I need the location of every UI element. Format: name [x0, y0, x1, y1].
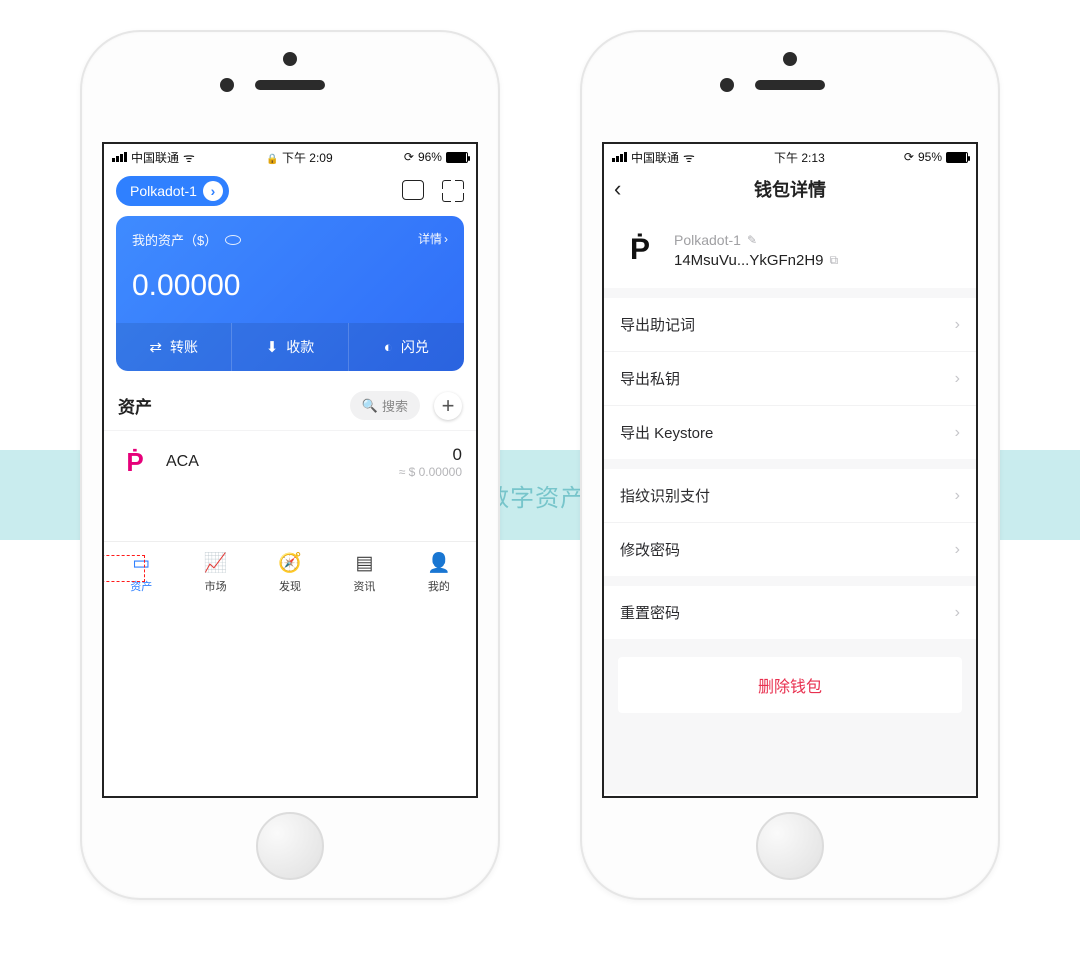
- search-placeholder: 搜索: [382, 396, 408, 415]
- export-keystore-row[interactable]: 导出 Keystore›: [604, 405, 976, 459]
- clock-text: 下午 2:13: [774, 151, 825, 165]
- wifi-icon: ᯤ: [683, 148, 695, 166]
- chevron-right-icon: ›: [955, 370, 960, 388]
- tab-news[interactable]: ▤资讯: [327, 542, 401, 603]
- transfer-icon: ⇄: [149, 338, 162, 356]
- chevron-right-icon: ›: [955, 424, 960, 442]
- swap-icon: ◐: [384, 339, 393, 356]
- battery-text: 96%: [418, 150, 442, 164]
- front-camera: [220, 78, 234, 92]
- balance-label: 我的资产（$）: [132, 230, 241, 249]
- receive-button[interactable]: ⬇收款: [231, 323, 347, 371]
- carrier-text: 中国联通: [131, 149, 179, 166]
- assets-header: 资产 🔍 搜索 +: [104, 371, 476, 430]
- speaker-grill: [255, 80, 325, 90]
- status-bar: 中国联通 ᯤ 下午 2:13 ⟳ 95%: [604, 144, 976, 170]
- balance-amount: 0.00000: [116, 269, 464, 323]
- copy-icon[interactable]: ⧉: [830, 253, 839, 268]
- change-password-row[interactable]: 修改密码›: [604, 522, 976, 576]
- news-icon: ▤: [355, 552, 373, 575]
- search-input[interactable]: 🔍 搜索: [350, 391, 420, 420]
- orientation-lock-icon: ⟳: [904, 150, 914, 164]
- asset-amount: 0: [399, 445, 462, 465]
- chevron-right-icon: ›: [955, 541, 960, 559]
- speaker-grill: [755, 80, 825, 90]
- add-asset-button[interactable]: +: [434, 392, 462, 420]
- transfer-button[interactable]: ⇄转账: [116, 323, 231, 371]
- settings-group: 指纹识别支付› 修改密码›: [604, 469, 976, 576]
- swap-button[interactable]: ◐闪兑: [348, 323, 464, 371]
- tab-bar: ▭资产 📈市场 🧭发现 ▤资讯 👤我的: [104, 541, 476, 603]
- chevron-right-icon: ›: [955, 487, 960, 505]
- balance-card: 我的资产（$） 详情 › 0.00000 ⇄转账 ⬇收款 ◐闪兑: [116, 216, 464, 371]
- export-group: 导出助记词› 导出私钥› 导出 Keystore›: [604, 298, 976, 459]
- signal-icon: [612, 152, 627, 162]
- export-privatekey-row[interactable]: 导出私钥›: [604, 351, 976, 405]
- nav-bar: ‹ 钱包详情: [604, 170, 976, 212]
- phone-right: 中国联通 ᯤ 下午 2:13 ⟳ 95% ‹ 钱包详情 Ṗ Polkadot-1…: [580, 30, 1000, 900]
- search-icon: 🔍: [362, 398, 378, 414]
- chevron-right-icon: ›: [955, 604, 960, 622]
- assets-title: 资产: [118, 393, 152, 418]
- screen-wallet-detail: 中国联通 ᯤ 下午 2:13 ⟳ 95% ‹ 钱包详情 Ṗ Polkadot-1…: [602, 142, 978, 798]
- person-icon: 👤: [427, 551, 451, 575]
- wallet-address: 14MsuVu...YkGFn2H9: [674, 252, 824, 269]
- front-camera: [720, 78, 734, 92]
- asset-row[interactable]: Ṗ ACA 0 ≈ $ 0.00000: [104, 430, 476, 493]
- asset-fiat: ≈ $ 0.00000: [399, 465, 462, 479]
- signal-icon: [112, 152, 127, 162]
- chevron-right-icon: ›: [955, 316, 960, 334]
- home-button[interactable]: [756, 812, 824, 880]
- polkadot-logo-icon: Ṗ: [118, 445, 152, 479]
- clock-text: 下午 2:09: [282, 151, 333, 165]
- status-bar: 中国联通 ᯤ 🔒 下午 2:09 ⟳ 96%: [104, 144, 476, 170]
- reset-group: 重置密码›: [604, 586, 976, 639]
- wallet-info: Ṗ Polkadot-1 ✎ 14MsuVu...YkGFn2H9 ⧉: [604, 212, 976, 288]
- wallet-icon: ▭: [132, 552, 150, 575]
- receive-icon: ⬇: [266, 338, 279, 356]
- chevron-right-icon: ›: [444, 232, 448, 246]
- fingerprint-row[interactable]: 指纹识别支付›: [604, 469, 976, 522]
- asset-symbol: ACA: [166, 453, 399, 471]
- tab-market[interactable]: 📈市场: [178, 542, 252, 603]
- wallet-switcher-label: Polkadot-1: [130, 183, 197, 199]
- compass-icon: 🧭: [278, 551, 302, 575]
- card-actions: ⇄转账 ⬇收款 ◐闪兑: [116, 323, 464, 371]
- battery-icon: [446, 152, 468, 163]
- top-bar: Polkadot-1 ›: [104, 170, 476, 216]
- screen-assets: 中国联通 ᯤ 🔒 下午 2:09 ⟳ 96% Polkadot-1 ›: [102, 142, 478, 798]
- tab-me[interactable]: 👤我的: [402, 542, 476, 603]
- camera-icon[interactable]: [402, 180, 424, 200]
- wallet-switcher[interactable]: Polkadot-1 ›: [116, 176, 229, 206]
- wallet-name: Polkadot-1: [674, 232, 741, 248]
- polkadot-logo-icon: Ṗ: [620, 230, 660, 270]
- battery-text: 95%: [918, 150, 942, 164]
- edit-icon[interactable]: ✎: [747, 233, 757, 247]
- chart-icon: 📈: [204, 551, 228, 575]
- carrier-text: 中国联通: [631, 149, 679, 166]
- detail-link-text: 详情: [418, 230, 442, 247]
- page-title: 钱包详情: [604, 176, 976, 202]
- sensor-dot: [283, 52, 297, 66]
- scan-icon[interactable]: [442, 180, 464, 202]
- battery-icon: [946, 152, 968, 163]
- delete-wallet-button[interactable]: 删除钱包: [618, 657, 962, 713]
- sensor-dot: [783, 52, 797, 66]
- reset-password-row[interactable]: 重置密码›: [604, 586, 976, 639]
- phone-left: 中国联通 ᯤ 🔒 下午 2:09 ⟳ 96% Polkadot-1 ›: [80, 30, 500, 900]
- eye-icon[interactable]: [225, 235, 241, 245]
- export-mnemonic-row[interactable]: 导出助记词›: [604, 298, 976, 351]
- lock-icon: 🔒: [266, 154, 278, 165]
- wifi-icon: ᯤ: [183, 148, 195, 166]
- chevron-right-icon: ›: [203, 181, 223, 201]
- tab-assets[interactable]: ▭资产: [104, 542, 178, 603]
- orientation-lock-icon: ⟳: [404, 150, 414, 164]
- detail-link[interactable]: 详情 ›: [418, 230, 448, 247]
- tab-discover[interactable]: 🧭发现: [253, 542, 327, 603]
- home-button[interactable]: [256, 812, 324, 880]
